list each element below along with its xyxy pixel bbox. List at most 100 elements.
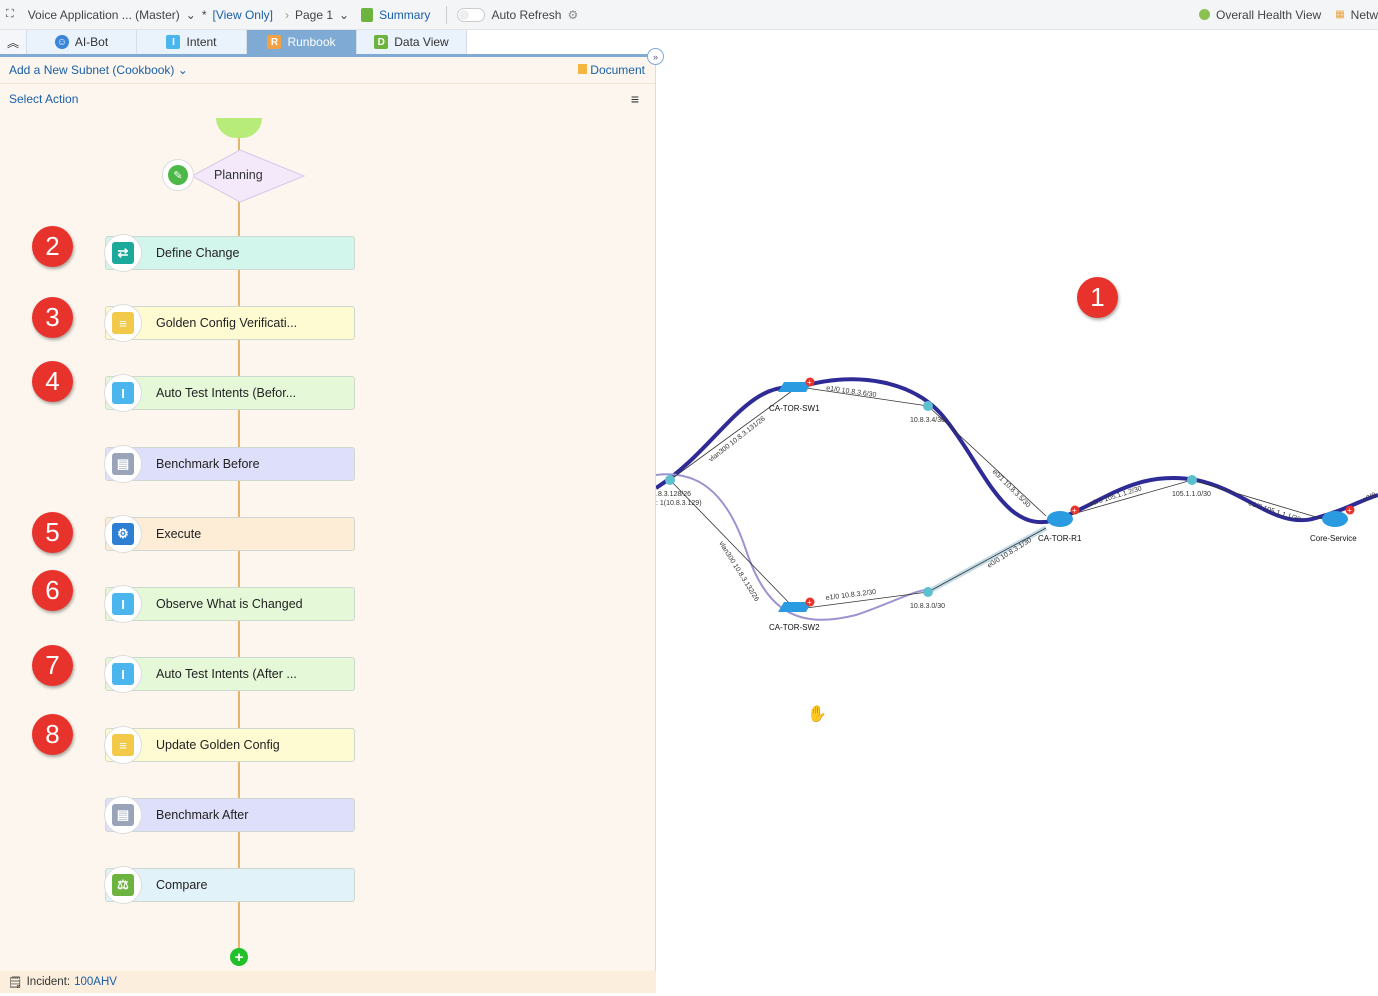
menu-icon[interactable]: ≡ <box>631 91 639 107</box>
flow-step[interactable]: ⇄ Define Change <box>104 234 355 272</box>
chevron-down-icon[interactable]: ⌄ <box>339 8 349 22</box>
flow-step[interactable]: ▤ Benchmark After <box>104 796 355 834</box>
step-label: Golden Config Verificati... <box>156 316 298 330</box>
topology-canvas[interactable]: + + + + CA-TOR-SW1 CA-TOR-SW2 CA-TOR-R1 … <box>654 30 1378 993</box>
step-label: Auto Test Intents (After ... <box>156 667 297 681</box>
overall-health-view-button[interactable]: Overall Health View <box>1216 8 1321 22</box>
tab-label: Runbook <box>287 35 336 49</box>
subnet-label: 105.1.1.0/30 <box>1172 491 1211 498</box>
interface-label: e1/0 10.8.3.6/30 <box>826 385 877 399</box>
svg-text:+: + <box>807 378 812 387</box>
define-change-icon: ⇄ <box>104 234 142 272</box>
step-label: Update Golden Config <box>156 738 280 752</box>
page-selector[interactable]: Page 1 <box>295 8 333 22</box>
add-step-button[interactable]: + <box>230 948 248 966</box>
interface-label: vlan300 10.8.3.131/26 <box>708 415 767 463</box>
tab-runbook[interactable]: R Runbook <box>247 30 357 54</box>
collapse-button[interactable]: ︽ <box>0 30 27 54</box>
tab-label: Data View <box>394 35 449 49</box>
flow-step[interactable]: I Auto Test Intents (After ... <box>104 655 355 693</box>
incident-link[interactable]: 100AHV <box>74 976 117 988</box>
step-badge: 5 <box>32 512 73 553</box>
flow-step[interactable]: ≡ Update Golden Config <box>104 726 355 764</box>
network-button[interactable]: Netw <box>1351 8 1378 22</box>
divider <box>446 5 448 24</box>
subnet-label: 10.8.3.4/30 <box>910 417 945 424</box>
device-label[interactable]: CA-TOR-SW1 <box>769 404 820 413</box>
document-icon: ≡ <box>104 726 142 764</box>
step-badge: 7 <box>32 645 73 686</box>
interface-label: e0/1 10.8.3.5/30 <box>991 468 1032 509</box>
step-badge: 4 <box>32 361 73 402</box>
auto-refresh-toggle[interactable] <box>457 7 486 22</box>
gear-icon: ⚙ <box>104 515 142 553</box>
flow-step[interactable]: ⚙ Execute <box>104 515 355 553</box>
device-label[interactable]: CA-TOR-R1 <box>1038 534 1082 543</box>
summary-button[interactable]: Summary <box>379 8 430 22</box>
health-icon <box>1199 9 1211 20</box>
svg-text:+: + <box>1072 506 1077 515</box>
tab-label: Intent <box>186 35 217 49</box>
intent-icon: I <box>104 374 142 412</box>
expand-panel-button[interactable]: » <box>647 48 664 65</box>
step-badge: 6 <box>32 570 73 611</box>
map-title[interactable]: Voice Application ... (Master) <box>28 8 180 22</box>
svg-text:+: + <box>807 598 812 607</box>
runbook-icon: R <box>267 35 282 49</box>
step-badge: 8 <box>32 714 73 755</box>
chevron-down-icon[interactable]: ⌄ <box>186 8 196 22</box>
network-map[interactable]: + + + + CA-TOR-SW1 CA-TOR-SW2 CA-TOR-R1 … <box>654 30 1378 993</box>
step-label: Observe What is Changed <box>156 597 303 611</box>
data-view-icon: D <box>374 35 389 49</box>
fullscreen-icon[interactable]: ⛶ <box>6 8 14 21</box>
document-icon: ≡ <box>104 304 142 342</box>
device-label[interactable]: Core-Service <box>1310 534 1357 543</box>
step-label: Execute <box>156 527 202 541</box>
svg-text:+: + <box>1347 506 1352 515</box>
runbook-panel: Add a New Subnet (Cookbook) ⌄ Document S… <box>0 57 656 993</box>
step-badge: 3 <box>32 297 73 338</box>
flow-step[interactable]: ≡ Golden Config Verificati... <box>104 304 355 342</box>
flow-step[interactable]: ▤ Benchmark Before <box>104 445 355 483</box>
benchmark-icon: ▤ <box>104 796 142 834</box>
interface-label: e0/0 <box>1362 492 1377 504</box>
step-badge: 2 <box>32 226 73 267</box>
network-icon: ▦ <box>1335 9 1345 20</box>
incident-icon: 🗒 <box>8 977 23 989</box>
panel-tabs: ︽ ☺ AI-Bot I Intent R Runbook D Data View <box>0 30 655 57</box>
incident-footer: 🗒 Incident: 100AHV <box>0 971 656 993</box>
scale-icon: ⚖ <box>104 866 142 904</box>
tab-data-view[interactable]: D Data View <box>357 30 467 54</box>
flow-step[interactable]: I Auto Test Intents (Befor... <box>104 374 355 412</box>
device-label[interactable]: CA-TOR-SW2 <box>769 623 820 632</box>
planning-icon: ✎ <box>162 159 194 191</box>
summary-icon <box>361 7 374 22</box>
benchmark-icon: ▤ <box>104 445 142 483</box>
select-action-label: Select Action <box>9 92 79 106</box>
runbook-selector[interactable]: Add a New Subnet (Cookbook) ⌄ <box>9 63 188 77</box>
incident-label: Incident: <box>26 976 71 988</box>
top-toolbar: ⛶ Voice Application ... (Master) ⌄ * [Vi… <box>0 0 1378 30</box>
tab-intent[interactable]: I Intent <box>137 30 247 54</box>
auto-refresh-label: Auto Refresh <box>491 7 562 22</box>
subnet-label: : 1(10.8.3.129) <box>656 500 702 507</box>
step-label: Define Change <box>156 246 240 260</box>
tab-ai-bot[interactable]: ☺ AI-Bot <box>27 30 137 54</box>
router-icon-r1: + <box>1047 505 1080 527</box>
document-button[interactable]: Document <box>578 63 645 77</box>
step-label: Auto Test Intents (Befor... <box>156 386 297 400</box>
step-label: Benchmark After <box>156 808 249 822</box>
interface-label: e0/2 105.1.1.1/30 <box>1247 500 1301 524</box>
settings-icon[interactable]: ⚙ <box>567 8 578 22</box>
flow-step[interactable]: ⚖ Compare <box>104 866 355 904</box>
interface-label: e0/0 10.8.3.1/30 <box>986 537 1033 570</box>
planning-label: Planning <box>214 168 263 182</box>
breadcrumb-separator-icon: › <box>284 7 289 22</box>
subnet-label: .8.3.128/26 <box>656 491 691 498</box>
modified-marker: * <box>201 7 207 22</box>
step-badge: 1 <box>1077 277 1118 318</box>
switch-icon-sw2: + <box>778 597 815 612</box>
flow-step[interactable]: I Observe What is Changed <box>104 585 355 623</box>
view-only-label: [View Only] <box>212 7 273 22</box>
switch-icon-sw1: + <box>778 377 815 392</box>
